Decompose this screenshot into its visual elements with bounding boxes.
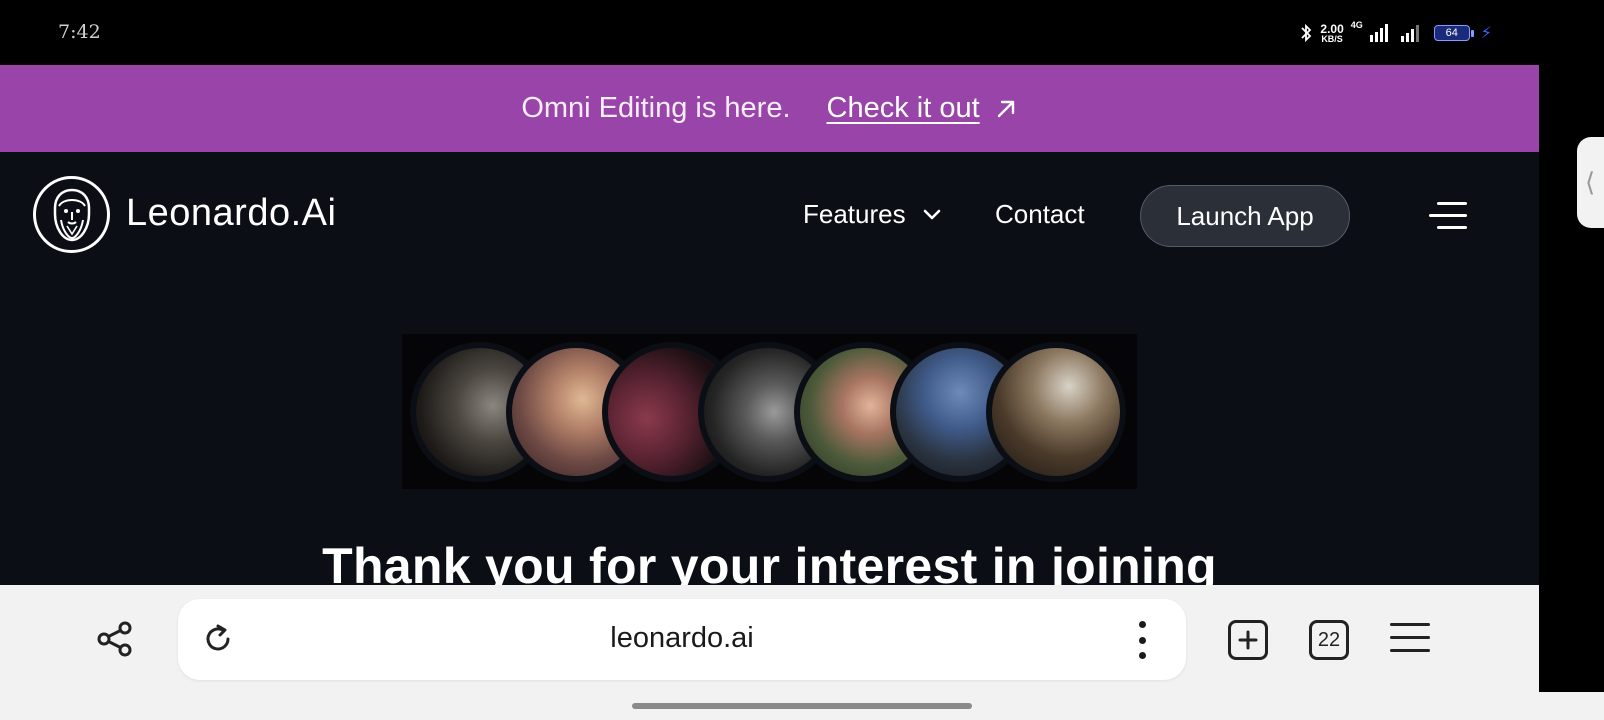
contact-link[interactable]: Contact xyxy=(995,199,1085,230)
new-tab-button[interactable] xyxy=(1228,620,1268,660)
promo-link-label: Check it out xyxy=(826,92,980,124)
chevron-down-icon xyxy=(923,209,940,219)
url-text[interactable]: leonardo.ai xyxy=(178,622,1186,655)
network-speed: 2.00 KB/S xyxy=(1320,23,1343,44)
features-label: Features xyxy=(803,199,906,229)
status-bar: 7:42 2.00 KB/S 4G 64 ⚡︎ xyxy=(0,0,1604,65)
tab-count: 22 xyxy=(1317,628,1341,651)
top-navigation: Leonardo.Ai Features Contact Launch App xyxy=(0,152,1539,280)
network-type-label: 4G xyxy=(1350,20,1363,30)
elderly-man-portrait xyxy=(986,342,1126,482)
network-speed-unit: KB/S xyxy=(1321,33,1343,44)
battery-icon: 64 xyxy=(1433,25,1474,41)
address-bar[interactable]: leonardo.ai xyxy=(178,599,1186,680)
avatar-gallery xyxy=(402,334,1137,489)
status-indicators: 2.00 KB/S 4G 64 ⚡︎ xyxy=(1299,20,1492,46)
launch-app-label: Launch App xyxy=(1176,200,1314,231)
bluetooth-icon xyxy=(1301,23,1312,43)
promo-banner: Omni Editing is here. Check it out xyxy=(0,65,1539,152)
check-it-out-link[interactable]: Check it out xyxy=(827,92,1018,125)
status-time: 7:42 xyxy=(58,21,101,43)
leonardo-face-icon xyxy=(53,188,90,241)
launch-app-button[interactable]: Launch App xyxy=(1140,185,1350,247)
more-options-icon[interactable] xyxy=(1136,621,1148,659)
share-icon[interactable] xyxy=(95,619,135,659)
promo-text: Omni Editing is here. xyxy=(521,92,791,124)
browser-toolbar: leonardo.ai 22 xyxy=(0,585,1539,692)
battery-level: 64 xyxy=(1445,27,1458,39)
browser-menu-icon[interactable] xyxy=(1390,623,1430,653)
signal-icon xyxy=(1369,24,1388,42)
hamburger-menu-icon[interactable] xyxy=(1425,200,1467,232)
signal-icon xyxy=(1400,24,1419,42)
network-speed-value: 2.00 xyxy=(1320,21,1344,36)
home-indicator[interactable] xyxy=(632,703,972,709)
page-headline: Thank you for your interest in joining xyxy=(322,538,1217,585)
leonardo-logo-icon[interactable] xyxy=(33,176,110,253)
arrow-up-right-icon xyxy=(997,100,1014,117)
tab-switcher-button[interactable]: 22 xyxy=(1309,620,1349,660)
plus-icon xyxy=(1238,630,1258,650)
side-panel-handle-icon[interactable]: ⟨ xyxy=(1577,137,1604,228)
web-page: Omni Editing is here. Check it out Leona… xyxy=(0,65,1539,585)
features-dropdown[interactable]: Features xyxy=(803,199,942,230)
brand-name[interactable]: Leonardo.Ai xyxy=(126,192,336,235)
gesture-area xyxy=(0,692,1604,720)
charging-icon: ⚡︎ xyxy=(1480,25,1492,42)
